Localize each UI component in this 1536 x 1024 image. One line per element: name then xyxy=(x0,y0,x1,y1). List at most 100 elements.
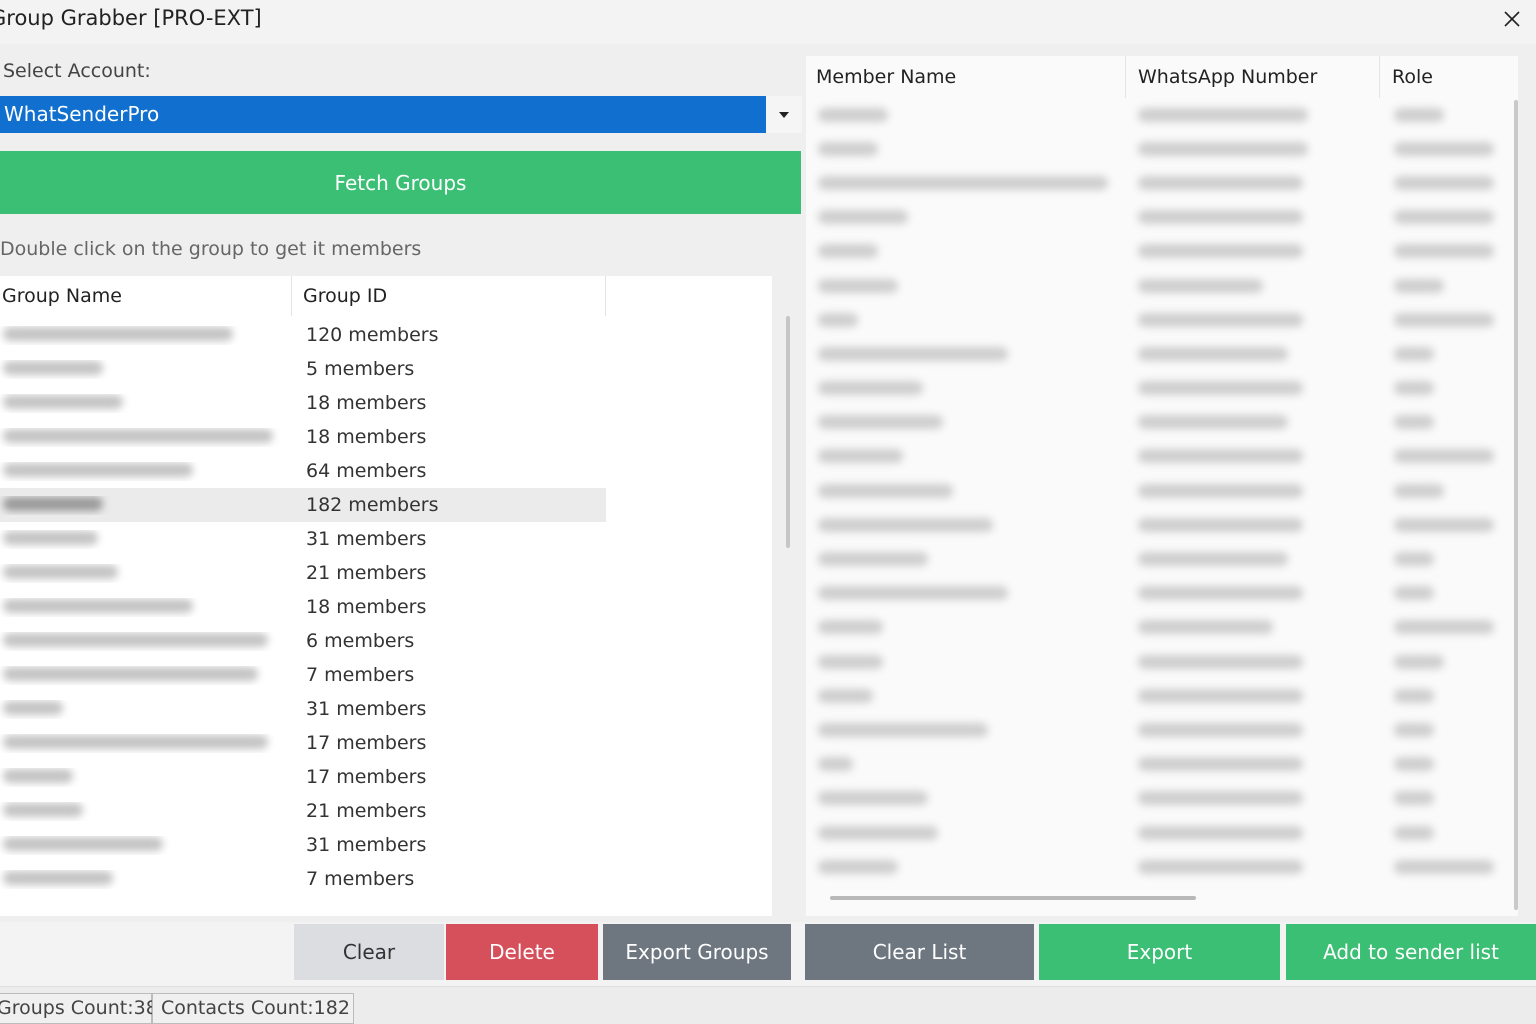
table-row[interactable]: 18 members xyxy=(0,420,606,454)
account-selected-value[interactable]: WhatSenderPro xyxy=(0,96,766,133)
table-row[interactable]: 7 members xyxy=(0,658,606,692)
member-number-redacted xyxy=(1126,107,1380,126)
table-row[interactable] xyxy=(806,133,1502,167)
member-role-redacted xyxy=(1380,448,1502,467)
member-role-redacted xyxy=(1380,619,1502,638)
table-row[interactable] xyxy=(806,543,1502,577)
group-name-redacted xyxy=(0,836,294,855)
table-row[interactable] xyxy=(806,304,1502,338)
close-button[interactable] xyxy=(1488,0,1536,38)
member-number-redacted xyxy=(1126,654,1380,673)
table-row[interactable] xyxy=(806,783,1502,817)
group-id-cell: 21 members xyxy=(306,800,427,822)
member-number-redacted xyxy=(1126,585,1380,604)
table-row[interactable] xyxy=(806,817,1502,851)
member-name-redacted xyxy=(806,483,1126,502)
group-id-cell: 7 members xyxy=(306,868,415,890)
delete-button[interactable]: Delete xyxy=(446,924,598,980)
member-name-redacted xyxy=(806,517,1126,536)
table-row[interactable]: 31 members xyxy=(0,692,606,726)
export-button[interactable]: Export xyxy=(1039,924,1280,980)
table-row[interactable]: 18 members xyxy=(0,386,606,420)
table-row[interactable]: 120 members xyxy=(0,318,606,352)
table-row[interactable] xyxy=(806,99,1502,133)
member-name-redacted xyxy=(806,448,1126,467)
table-row[interactable] xyxy=(806,646,1502,680)
member-name-redacted xyxy=(806,209,1126,228)
table-row[interactable]: 6 members xyxy=(0,624,606,658)
close-icon xyxy=(1504,11,1520,27)
add-to-sender-list-button[interactable]: Add to sender list xyxy=(1286,924,1536,980)
column-header-role[interactable]: Role xyxy=(1380,56,1502,98)
member-name-redacted xyxy=(806,141,1126,160)
member-number-redacted xyxy=(1126,551,1380,570)
table-row[interactable]: 17 members xyxy=(0,726,606,760)
members-vertical-scrollbar[interactable] xyxy=(1514,100,1518,910)
member-role-redacted xyxy=(1380,517,1502,536)
member-name-redacted xyxy=(806,414,1126,433)
table-row[interactable] xyxy=(806,373,1502,407)
member-role-redacted xyxy=(1380,654,1502,673)
group-name-redacted xyxy=(0,462,294,481)
table-row[interactable]: 31 members xyxy=(0,828,606,862)
dropdown-button[interactable] xyxy=(766,96,802,133)
group-name-redacted xyxy=(0,326,294,345)
column-header-group-name[interactable]: Group Name xyxy=(0,276,292,316)
table-row[interactable] xyxy=(806,578,1502,612)
groups-table-body: 120 members 5 members 18 members 18 members… xyxy=(0,318,606,896)
table-row[interactable] xyxy=(806,680,1502,714)
table-row[interactable] xyxy=(806,851,1502,885)
groups-scrollbar[interactable] xyxy=(786,316,790,548)
group-id-cell: 5 members xyxy=(306,358,415,380)
table-row[interactable]: 5 members xyxy=(0,352,606,386)
group-name-redacted xyxy=(0,496,294,515)
group-id-cell: 18 members xyxy=(306,426,427,448)
clear-button[interactable]: Clear xyxy=(294,924,444,980)
table-row[interactable]: 21 members xyxy=(0,794,606,828)
member-name-redacted xyxy=(806,243,1126,262)
member-role-redacted xyxy=(1380,790,1502,809)
members-table[interactable]: Member Name WhatsApp Number Role xyxy=(806,56,1518,916)
table-row[interactable] xyxy=(806,202,1502,236)
contacts-count-status: Contacts Count:182 xyxy=(152,993,354,1024)
group-name-redacted xyxy=(0,428,294,447)
member-number-redacted xyxy=(1126,346,1380,365)
member-number-redacted xyxy=(1126,859,1380,878)
column-header-group-id[interactable]: Group ID xyxy=(292,276,606,316)
fetch-groups-button[interactable]: Fetch Groups xyxy=(0,151,801,214)
export-groups-button[interactable]: Export Groups xyxy=(603,924,791,980)
table-row[interactable] xyxy=(806,236,1502,270)
member-role-redacted xyxy=(1380,414,1502,433)
table-row[interactable] xyxy=(806,338,1502,372)
group-id-cell: 17 members xyxy=(306,766,427,788)
table-row[interactable] xyxy=(806,270,1502,304)
table-row[interactable]: 64 members xyxy=(0,454,606,488)
table-row[interactable] xyxy=(806,749,1502,783)
table-row[interactable] xyxy=(806,612,1502,646)
member-role-redacted xyxy=(1380,380,1502,399)
table-row[interactable]: 182 members xyxy=(0,488,606,522)
table-row[interactable] xyxy=(806,441,1502,475)
member-number-redacted xyxy=(1126,243,1380,262)
column-header-member-name[interactable]: Member Name xyxy=(806,56,1126,98)
members-horizontal-scrollbar[interactable] xyxy=(830,896,1196,900)
groups-table[interactable]: Group Name Group ID 120 members 5 members… xyxy=(0,276,772,916)
table-row[interactable]: 18 members xyxy=(0,590,606,624)
table-row[interactable] xyxy=(806,167,1502,201)
table-row[interactable] xyxy=(806,714,1502,748)
member-role-redacted xyxy=(1380,483,1502,502)
table-row[interactable]: 21 members xyxy=(0,556,606,590)
account-combobox[interactable]: WhatSenderPro xyxy=(0,96,802,133)
column-header-whatsapp-number[interactable]: WhatsApp Number xyxy=(1126,56,1380,98)
table-row[interactable] xyxy=(806,509,1502,543)
member-number-redacted xyxy=(1126,790,1380,809)
table-row[interactable] xyxy=(806,475,1502,509)
table-row[interactable] xyxy=(806,407,1502,441)
group-name-redacted xyxy=(0,734,294,753)
action-bar: Clear Delete Export Groups Clear List Ex… xyxy=(0,922,1536,984)
table-row[interactable]: 17 members xyxy=(0,760,606,794)
table-row[interactable]: 7 members xyxy=(0,862,606,896)
group-id-cell: 120 members xyxy=(306,324,439,346)
table-row[interactable]: 31 members xyxy=(0,522,606,556)
clear-list-button[interactable]: Clear List xyxy=(805,924,1034,980)
